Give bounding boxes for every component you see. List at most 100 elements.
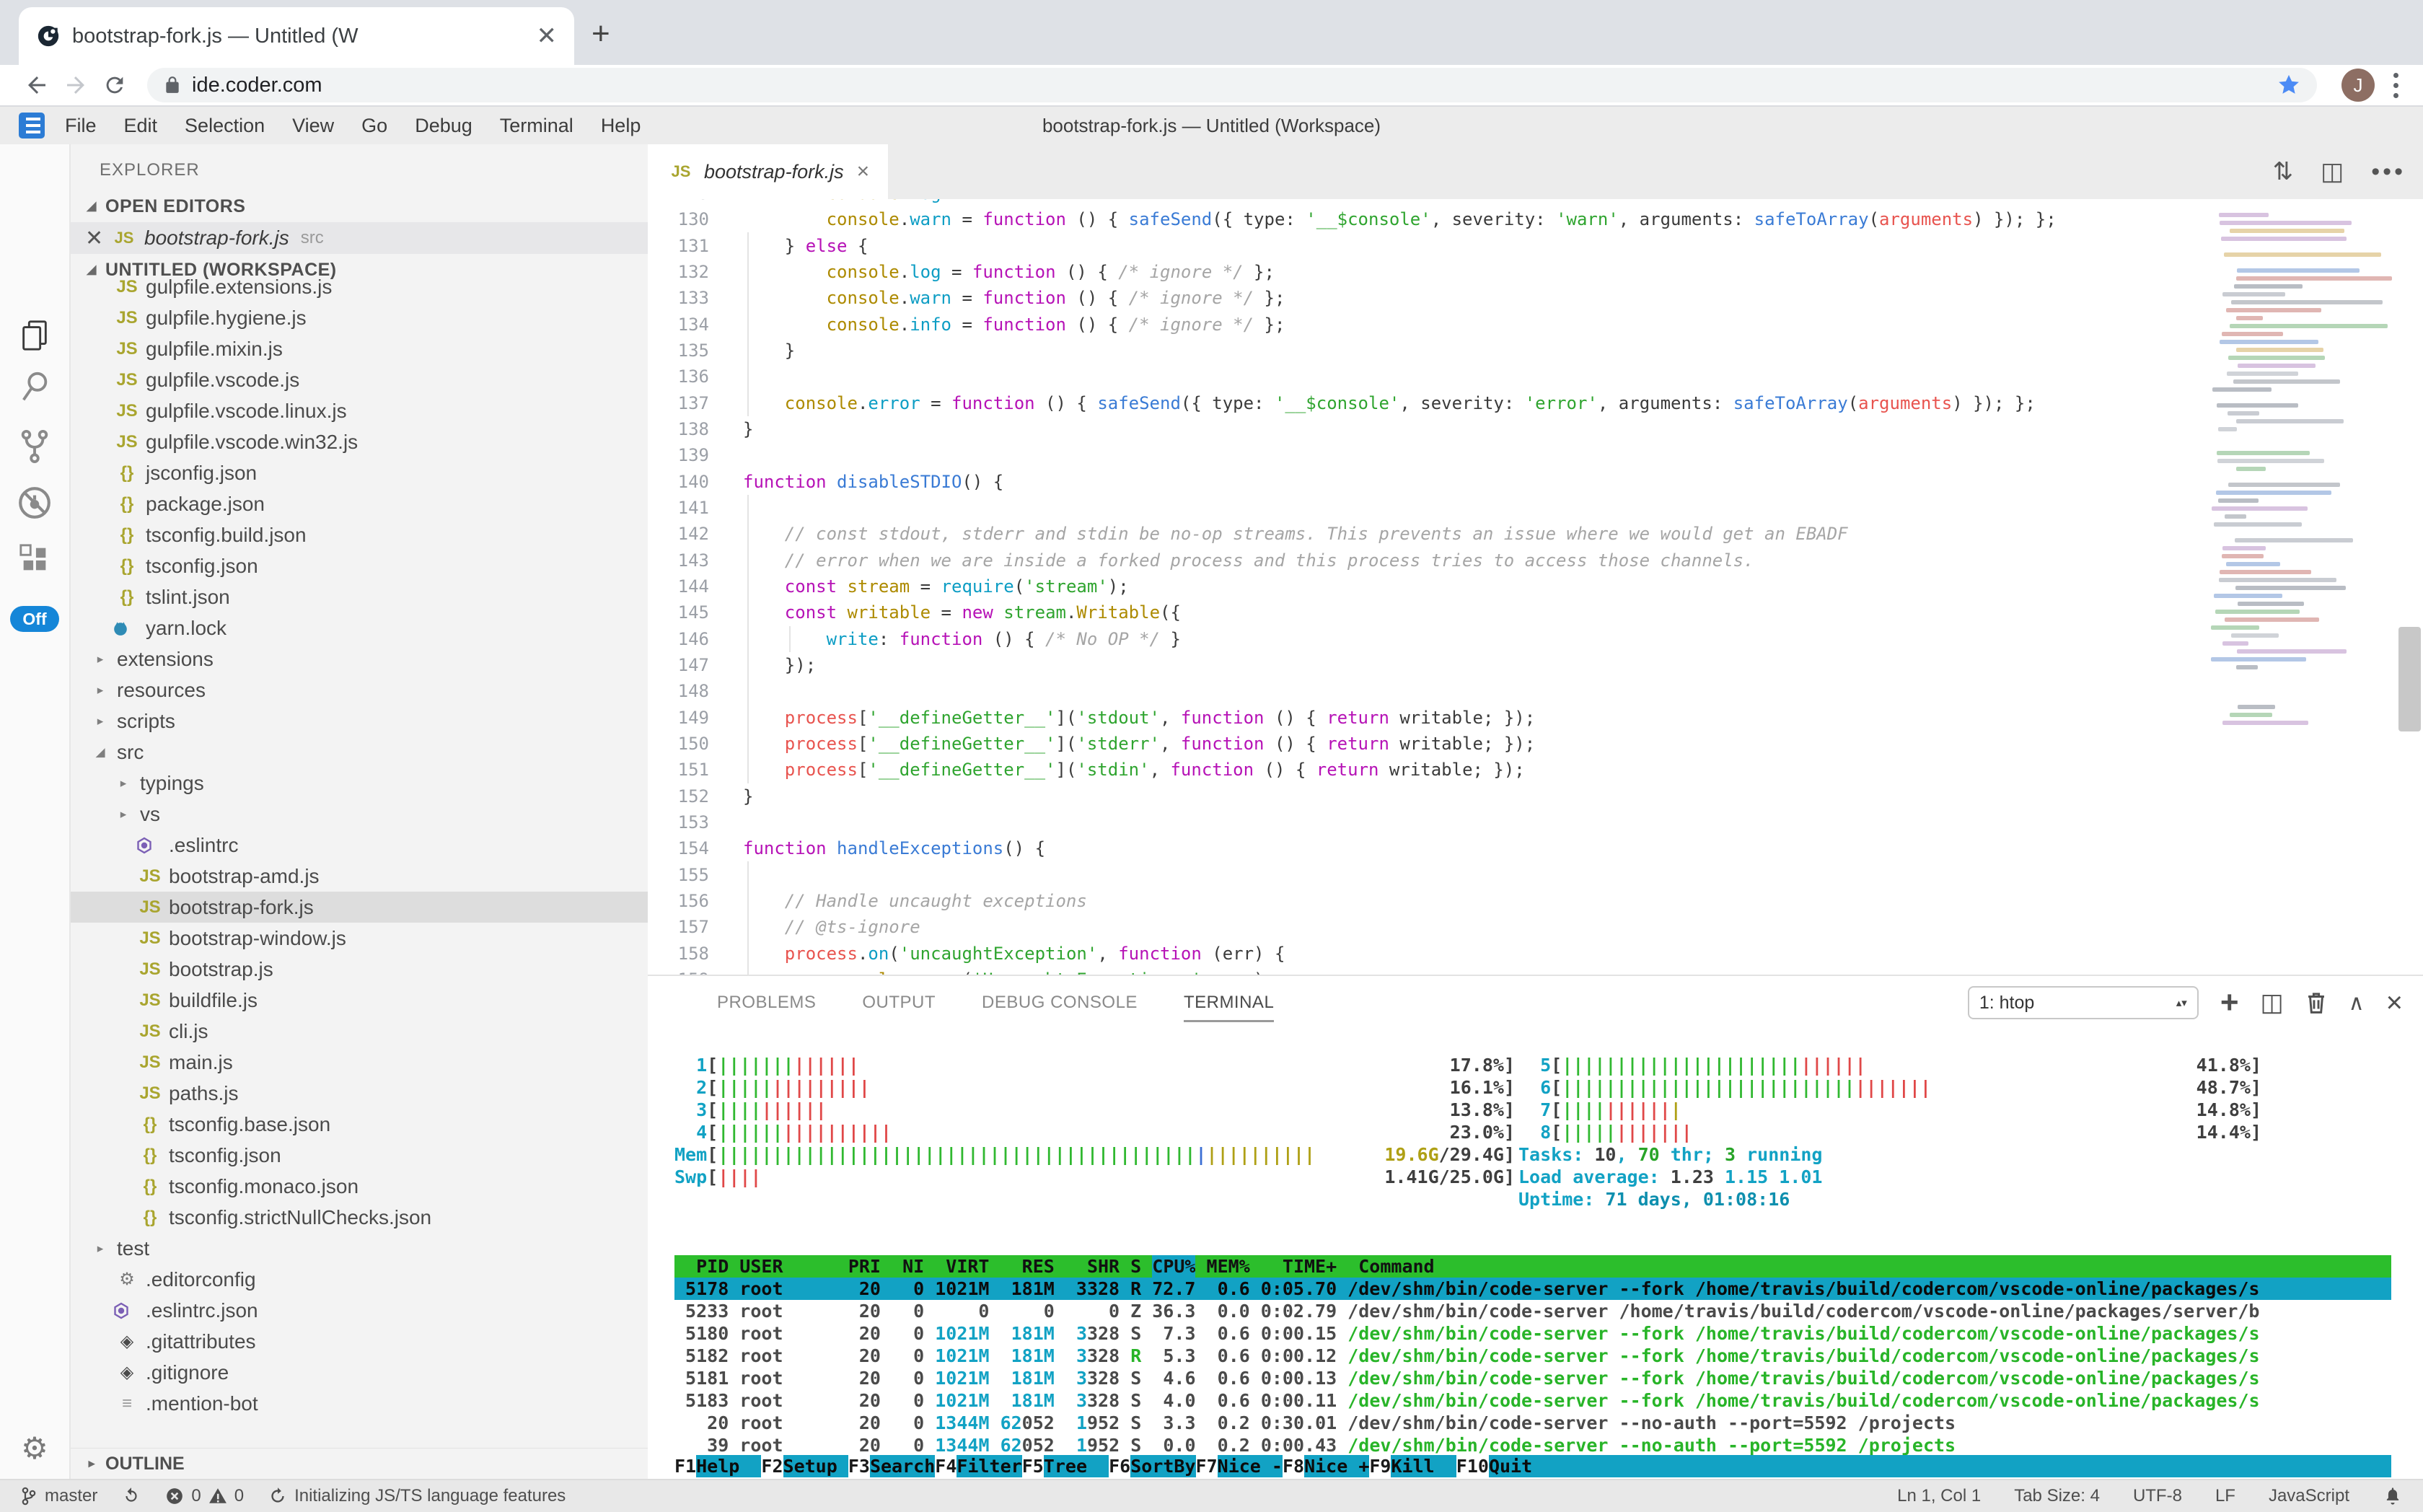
htop-process-row[interactable]: 5181 root 20 0 1021M 181M 3328 S 4.6 0.6…: [674, 1367, 2391, 1389]
tree-item-tsconfig.build.json[interactable]: {}tsconfig.build.json: [71, 519, 648, 550]
code-line-142[interactable]: 142 // const stdout, stderr and stdin be…: [648, 521, 2423, 547]
status-tab-size-4[interactable]: Tab Size: 4: [2014, 1486, 2100, 1506]
tree-item-scripts[interactable]: ▸scripts: [71, 706, 648, 737]
close-panel-icon[interactable]: ×: [2386, 987, 2403, 1019]
tree-item-.editorconfig[interactable]: ⚙.editorconfig: [71, 1264, 648, 1295]
code-line-146[interactable]: 146 write: function () { /* No OP */ }: [648, 626, 2423, 652]
bookmark-star-icon[interactable]: [2277, 73, 2301, 97]
code-line-156[interactable]: 156 // Handle uncaught exceptions: [648, 888, 2423, 914]
close-icon[interactable]: ×: [857, 159, 870, 184]
extensions-icon[interactable]: [0, 542, 69, 576]
menu-go[interactable]: Go: [361, 115, 387, 137]
code-line-155[interactable]: 155: [648, 862, 2423, 888]
more-actions-icon[interactable]: •••: [2371, 158, 2406, 186]
tree-item-cli.js[interactable]: JScli.js: [71, 1016, 648, 1047]
forward-button[interactable]: [56, 66, 95, 105]
minimap[interactable]: [2210, 199, 2394, 975]
tree-item-src[interactable]: ◢src: [71, 737, 648, 768]
tree-item-gulpfile.extensions.js[interactable]: JSgulpfile.extensions.js: [71, 271, 648, 302]
tree-item-tslint.json[interactable]: {}tslint.json: [71, 581, 648, 612]
tree-item-typings[interactable]: ▸typings: [71, 768, 648, 799]
tree-item-tsconfig.base.json[interactable]: {}tsconfig.base.json: [71, 1109, 648, 1140]
fkey-F6[interactable]: F6: [1109, 1455, 1130, 1477]
open-editor-item[interactable]: ✕ JS bootstrap-fork.js src: [71, 222, 648, 254]
tree-item-.gitattributes[interactable]: ◈.gitattributes: [71, 1326, 648, 1357]
fkey-F3[interactable]: F3: [848, 1455, 870, 1477]
menu-view[interactable]: View: [292, 115, 334, 137]
code-line-141[interactable]: 141: [648, 495, 2423, 521]
tree-item-.mention-bot[interactable]: ≡.mention-bot: [71, 1388, 648, 1419]
git-branch-indicator[interactable]: master: [20, 1486, 97, 1506]
code-line-149[interactable]: 149 process['__defineGetter__']('stdout'…: [648, 705, 2423, 731]
fkey-F5[interactable]: F5: [1022, 1455, 1044, 1477]
terminal-select[interactable]: 1: htop ▴▾: [1968, 986, 2199, 1019]
back-button[interactable]: [17, 66, 56, 105]
fkey-label-Nice +[interactable]: Nice +: [1304, 1455, 1369, 1477]
code-line-153[interactable]: 153: [648, 809, 2423, 835]
htop-table-header[interactable]: PID USER PRI NI VIRT RES SHR S CPU% MEM%…: [674, 1255, 2391, 1278]
htop-process-row[interactable]: 5182 root 20 0 1021M 181M 3328 R 5.3 0.6…: [674, 1345, 2391, 1367]
code-line-144[interactable]: 144 const stream = require('stream');: [648, 573, 2423, 599]
code-line-131[interactable]: 131 } else {: [648, 233, 2423, 259]
search-icon[interactable]: [0, 369, 69, 405]
code-line-132[interactable]: 132 console.log = function () { /* ignor…: [648, 259, 2423, 285]
debug-icon[interactable]: [0, 485, 69, 521]
code-line-134[interactable]: 134 console.info = function () { /* igno…: [648, 312, 2423, 338]
htop-process-row[interactable]: 5233 root 20 0 0 0 0 Z 36.3 0.0 0:02.79 …: [674, 1300, 2391, 1322]
tree-item-buildfile.js[interactable]: JSbuildfile.js: [71, 985, 648, 1016]
tree-item-bootstrap-window.js[interactable]: JSbootstrap-window.js: [71, 923, 648, 954]
tree-item-bootstrap.js[interactable]: JSbootstrap.js: [71, 954, 648, 985]
code-line-139[interactable]: 139: [648, 442, 2423, 468]
code-line-136[interactable]: 136: [648, 364, 2423, 390]
status-badge-off[interactable]: Off: [10, 606, 59, 632]
new-terminal-icon[interactable]: +: [2220, 985, 2239, 1021]
menu-file[interactable]: File: [65, 115, 97, 137]
fkey-F2[interactable]: F2: [761, 1455, 783, 1477]
tree-item-gulpfile.vscode.linux.js[interactable]: JSgulpfile.vscode.linux.js: [71, 395, 648, 426]
status-javascript[interactable]: JavaScript: [2269, 1486, 2349, 1506]
fkey-F7[interactable]: F7: [1196, 1455, 1218, 1477]
status-lf[interactable]: LF: [2215, 1486, 2235, 1506]
chevron-collapsed-icon[interactable]: ▸: [111, 807, 136, 822]
panel-tab-terminal[interactable]: TERMINAL: [1184, 976, 1274, 1029]
fkey-F8[interactable]: F8: [1283, 1455, 1304, 1477]
chevron-expanded-icon[interactable]: ◢: [88, 745, 113, 760]
code-line-138[interactable]: 138}: [648, 416, 2423, 442]
terminal-htop[interactable]: 1[|||||||||||||17.8%] 2[||||||||||||||16…: [648, 1029, 2423, 1479]
chevron-collapsed-icon[interactable]: ▸: [111, 776, 136, 791]
menu-terminal[interactable]: Terminal: [500, 115, 573, 137]
tree-item-extensions[interactable]: ▸extensions: [71, 643, 648, 674]
htop-process-row[interactable]: 5183 root 20 0 1021M 181M 3328 S 4.0 0.6…: [674, 1389, 2391, 1412]
sync-editors-icon[interactable]: ⇅: [2273, 157, 2294, 186]
code-line-159[interactable]: 159 console.error('Uncaught Exception: '…: [648, 967, 2423, 975]
status-ln-1-col-1[interactable]: Ln 1, Col 1: [1897, 1486, 1981, 1506]
code-line-147[interactable]: 147 });: [648, 652, 2423, 678]
fkey-F10[interactable]: F10: [1456, 1455, 1489, 1477]
tree-item-gulpfile.vscode.js[interactable]: JSgulpfile.vscode.js: [71, 364, 648, 395]
tree-item-main.js[interactable]: JSmain.js: [71, 1047, 648, 1078]
code-editor[interactable]: 129 console.log130 console.warn = functi…: [648, 199, 2423, 975]
explorer-icon[interactable]: [0, 317, 69, 353]
tree-item-bootstrap-fork.js[interactable]: JSbootstrap-fork.js: [71, 892, 648, 923]
chevron-collapsed-icon[interactable]: ▸: [88, 683, 113, 698]
fkey-label-SortBy[interactable]: SortBy: [1130, 1455, 1195, 1477]
reload-button[interactable]: [95, 66, 134, 105]
code-line-154[interactable]: 154function handleExceptions() {: [648, 835, 2423, 861]
code-line-130[interactable]: 130 console.warn = function () { safeSen…: [648, 206, 2423, 232]
chevron-collapsed-icon[interactable]: ▸: [88, 1241, 113, 1256]
menu-edit[interactable]: Edit: [124, 115, 158, 137]
panel-tab-output[interactable]: OUTPUT: [862, 976, 936, 1029]
source-control-icon[interactable]: [0, 427, 69, 465]
fkey-label-Help[interactable]: Help: [696, 1455, 761, 1477]
status-utf-8[interactable]: UTF-8: [2133, 1486, 2182, 1506]
section-outline[interactable]: ▸OUTLINE: [71, 1448, 648, 1479]
tree-item-.eslintrc.json[interactable]: .eslintrc.json: [71, 1295, 648, 1326]
tree-item-bootstrap-amd.js[interactable]: JSbootstrap-amd.js: [71, 861, 648, 892]
menu-selection[interactable]: Selection: [185, 115, 265, 137]
code-line-143[interactable]: 143 // error when we are inside a forked…: [648, 548, 2423, 573]
fkey-label-Nice -[interactable]: Nice -: [1218, 1455, 1283, 1477]
fkey-label-Search[interactable]: Search: [870, 1455, 935, 1477]
chevron-collapsed-icon[interactable]: ▸: [88, 714, 113, 729]
htop-process-row[interactable]: 20 root 20 0 1344M 62052 1952 S 3.3 0.2 …: [674, 1412, 2391, 1434]
split-editor-icon[interactable]: ◫: [2321, 157, 2344, 186]
